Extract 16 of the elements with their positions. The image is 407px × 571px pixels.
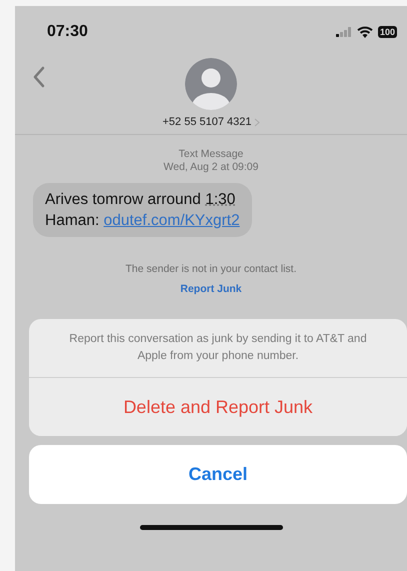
contact-number[interactable]: +52 55 5107 4321 [162, 116, 252, 128]
chevron-right-icon[interactable] [254, 118, 260, 126]
message-bubble: Arives tomrow arround 1:30 Haman: odutef.com/KYxgrt2 [33, 183, 252, 237]
message-service: Text Message [178, 148, 244, 161]
signal-icon [336, 27, 352, 37]
battery-level: 100 [378, 26, 397, 38]
cancel-button[interactable]: Cancel [29, 445, 407, 504]
wifi-icon [356, 26, 373, 38]
message-timestamp: Wed, Aug 2 at 09:09 [164, 161, 258, 174]
message-link[interactable]: odutef.com/KYxgrt2 [104, 212, 240, 229]
sender-note: The sender is not in your contact list. [126, 263, 296, 275]
time-link[interactable]: 1:30 [205, 191, 236, 208]
back-chevron-icon[interactable] [33, 66, 45, 88]
avatar-icon[interactable] [185, 58, 237, 110]
report-junk-link[interactable]: Report Junk [180, 283, 242, 295]
status-time: 07:30 [47, 23, 88, 41]
